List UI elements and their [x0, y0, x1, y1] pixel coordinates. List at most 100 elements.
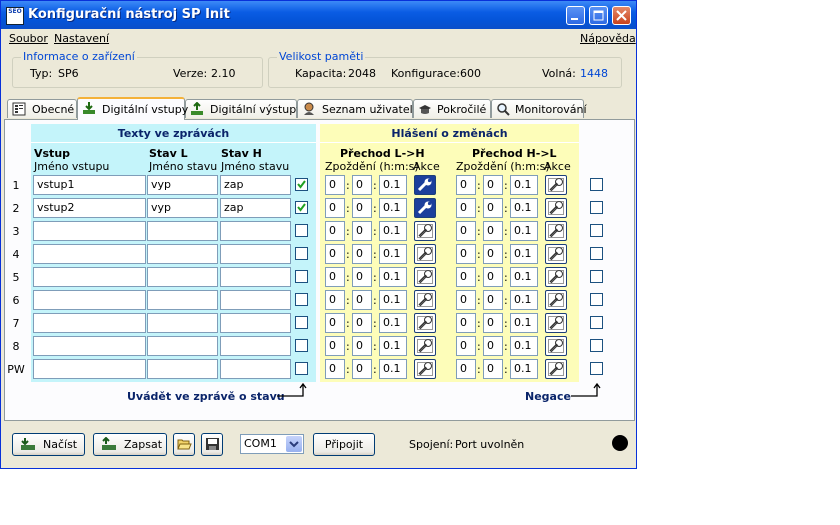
input-name-field[interactable]: vstup1: [33, 175, 146, 195]
state-h-name-field[interactable]: [220, 221, 291, 241]
lh-action-wrench-icon[interactable]: [414, 198, 436, 218]
input-name-field[interactable]: [33, 336, 146, 356]
hl-action-wrench-icon[interactable]: [545, 336, 567, 356]
lh-delay-field[interactable]: 0: [325, 313, 345, 333]
report-in-message-checkbox[interactable]: [295, 178, 308, 191]
hl-delay-field[interactable]: 0: [456, 359, 476, 379]
hl-delay-field[interactable]: 0: [483, 244, 503, 264]
state-h-name-field[interactable]: [220, 267, 291, 287]
report-in-message-checkbox[interactable]: [295, 339, 308, 352]
state-l-name-field[interactable]: [147, 336, 218, 356]
report-in-message-checkbox[interactable]: [295, 247, 308, 260]
lh-action-wrench-icon[interactable]: [414, 244, 436, 264]
tab-digital-outputs[interactable]: Digitální výstupy: [185, 99, 303, 118]
hl-delay-field[interactable]: 0.1: [510, 267, 538, 287]
lh-delay-field[interactable]: 0.1: [379, 359, 407, 379]
lh-delay-field[interactable]: 0: [352, 267, 372, 287]
lh-delay-field[interactable]: 0.1: [379, 198, 407, 218]
title-bar[interactable]: SEO Konfigurační nástroj SP Init: [1, 1, 636, 29]
hl-delay-field[interactable]: 0: [456, 313, 476, 333]
input-name-field[interactable]: [33, 290, 146, 310]
lh-delay-field[interactable]: 0: [325, 336, 345, 356]
hl-delay-field[interactable]: 0: [483, 336, 503, 356]
tab-monitoring[interactable]: Monitorování: [491, 99, 587, 118]
tab-advanced[interactable]: Pokročilé: [413, 99, 491, 118]
lh-delay-field[interactable]: 0: [325, 244, 345, 264]
lh-delay-field[interactable]: 0.1: [379, 267, 407, 287]
negation-checkbox[interactable]: [590, 201, 603, 214]
state-l-name-field[interactable]: [147, 290, 218, 310]
connect-button[interactable]: Připojit: [313, 433, 375, 456]
report-in-message-checkbox[interactable]: [295, 316, 308, 329]
report-in-message-checkbox[interactable]: [295, 201, 308, 214]
report-in-message-checkbox[interactable]: [295, 293, 308, 306]
negation-checkbox[interactable]: [590, 247, 603, 260]
lh-delay-field[interactable]: 0: [352, 359, 372, 379]
lh-delay-field[interactable]: 0: [325, 359, 345, 379]
write-button[interactable]: Zapsat: [93, 433, 167, 456]
lh-delay-field[interactable]: 0: [325, 221, 345, 241]
state-l-name-field[interactable]: [147, 359, 218, 379]
hl-delay-field[interactable]: 0.1: [510, 244, 538, 264]
hl-action-wrench-icon[interactable]: [545, 267, 567, 287]
hl-delay-field[interactable]: 0.1: [510, 221, 538, 241]
port-select[interactable]: COM1: [240, 434, 304, 454]
menu-file[interactable]: Soubor: [9, 32, 48, 45]
menu-settings[interactable]: Nastavení: [54, 32, 109, 45]
lh-action-wrench-icon[interactable]: [414, 359, 436, 379]
state-l-name-field[interactable]: [147, 244, 218, 264]
lh-delay-field[interactable]: 0.1: [379, 221, 407, 241]
state-h-name-field[interactable]: zap: [220, 198, 291, 218]
state-h-name-field[interactable]: [220, 359, 291, 379]
hl-delay-field[interactable]: 0: [456, 244, 476, 264]
lh-delay-field[interactable]: 0.1: [379, 175, 407, 195]
state-l-name-field[interactable]: [147, 313, 218, 333]
negation-checkbox[interactable]: [590, 362, 603, 375]
state-h-name-field[interactable]: [220, 336, 291, 356]
chevron-down-icon[interactable]: [286, 436, 302, 452]
lh-delay-field[interactable]: 0.1: [379, 313, 407, 333]
input-name-field[interactable]: [33, 359, 146, 379]
hl-delay-field[interactable]: 0: [483, 221, 503, 241]
lh-delay-field[interactable]: 0: [325, 267, 345, 287]
hl-delay-field[interactable]: 0.1: [510, 359, 538, 379]
hl-delay-field[interactable]: 0.1: [510, 336, 538, 356]
maximize-button[interactable]: [589, 6, 608, 25]
negation-checkbox[interactable]: [590, 293, 603, 306]
lh-action-wrench-icon[interactable]: [414, 313, 436, 333]
lh-action-wrench-icon[interactable]: [414, 336, 436, 356]
state-l-name-field[interactable]: vyp: [147, 198, 218, 218]
lh-delay-field[interactable]: 0: [352, 290, 372, 310]
hl-delay-field[interactable]: 0.1: [510, 175, 538, 195]
hl-action-wrench-icon[interactable]: [545, 313, 567, 333]
lh-delay-field[interactable]: 0: [352, 198, 372, 218]
lh-delay-field[interactable]: 0: [325, 198, 345, 218]
hl-action-wrench-icon[interactable]: [545, 221, 567, 241]
input-name-field[interactable]: [33, 221, 146, 241]
hl-delay-field[interactable]: 0: [456, 198, 476, 218]
hl-delay-field[interactable]: 0.1: [510, 313, 538, 333]
close-button[interactable]: [612, 6, 631, 25]
hl-delay-field[interactable]: 0: [483, 267, 503, 287]
state-h-name-field[interactable]: [220, 290, 291, 310]
load-button[interactable]: Načíst: [12, 433, 85, 456]
lh-delay-field[interactable]: 0: [325, 175, 345, 195]
hl-delay-field[interactable]: 0: [483, 313, 503, 333]
minimize-button[interactable]: [566, 6, 585, 25]
lh-delay-field[interactable]: 0.1: [379, 244, 407, 264]
hl-action-wrench-icon[interactable]: [545, 290, 567, 310]
hl-delay-field[interactable]: 0: [456, 175, 476, 195]
lh-delay-field[interactable]: 0: [352, 244, 372, 264]
negation-checkbox[interactable]: [590, 178, 603, 191]
input-name-field[interactable]: [33, 267, 146, 287]
state-l-name-field[interactable]: vyp: [147, 175, 218, 195]
state-l-name-field[interactable]: [147, 221, 218, 241]
lh-delay-field[interactable]: 0.1: [379, 290, 407, 310]
hl-delay-field[interactable]: 0: [456, 336, 476, 356]
hl-delay-field[interactable]: 0: [483, 198, 503, 218]
input-name-field[interactable]: [33, 313, 146, 333]
report-in-message-checkbox[interactable]: [295, 362, 308, 375]
hl-action-wrench-icon[interactable]: [545, 359, 567, 379]
hl-action-wrench-icon[interactable]: [545, 244, 567, 264]
hl-delay-field[interactable]: 0.1: [510, 290, 538, 310]
